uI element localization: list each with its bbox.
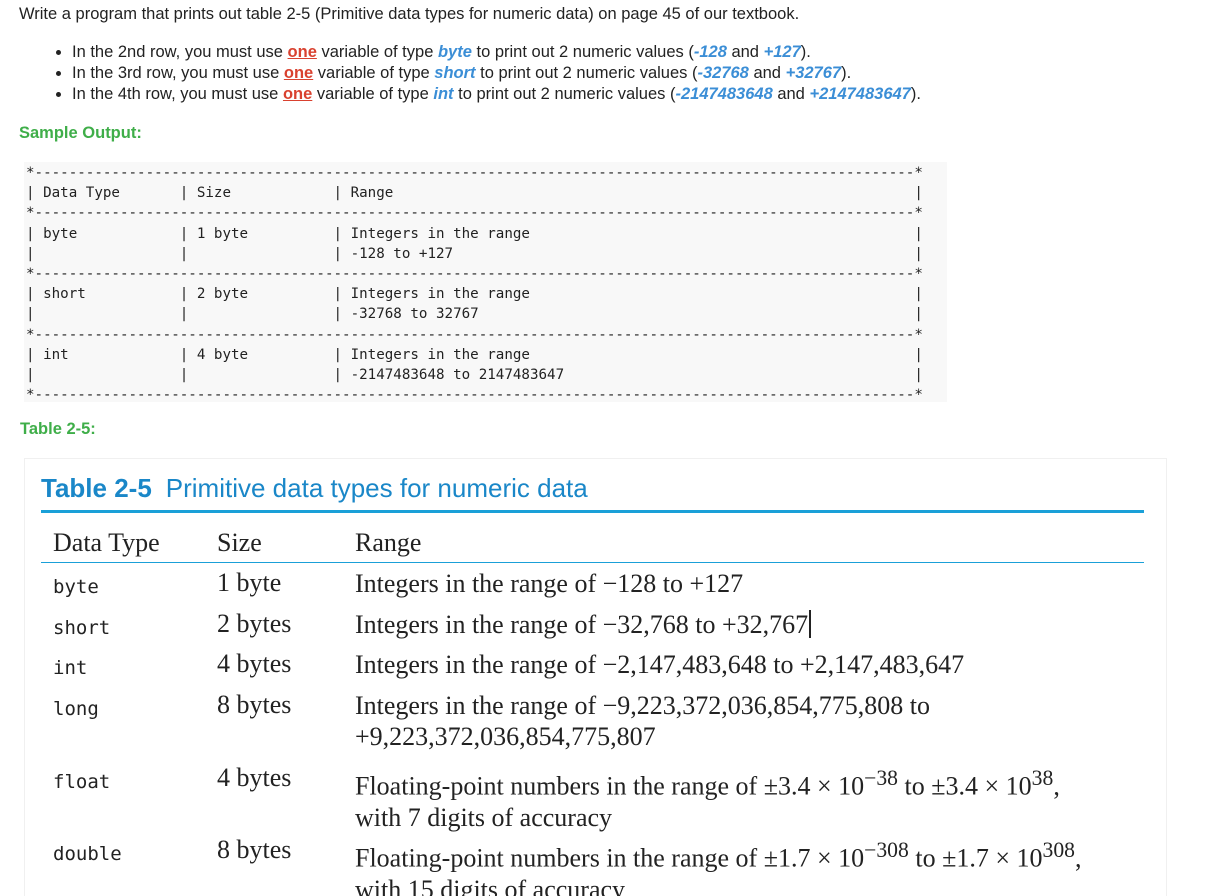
value: +2147483647 [809, 85, 911, 103]
value: -128 [693, 43, 727, 61]
row-type-byte: byte [53, 576, 99, 598]
text: ). [800, 43, 811, 61]
row-range: Floating-point numbers in the range of ±… [355, 835, 1081, 896]
table-caption: Primitive data types for numeric data [165, 473, 588, 503]
text-cursor [809, 610, 811, 638]
range-text: Floating-point numbers in the range of ±… [355, 843, 865, 873]
exponent: 308 [1042, 838, 1075, 862]
table-number: Table 2-5 [41, 473, 152, 503]
text: to print out 2 numeric values ( [453, 85, 676, 103]
text: variable of type [313, 64, 435, 82]
text: and [748, 64, 786, 82]
range-line: Integers in the range of −9,223,372,036,… [355, 691, 931, 720]
requirement-item: In the 2nd row, you must use one variabl… [72, 42, 921, 63]
emphasis-one: one [283, 64, 314, 82]
row-size: 8 bytes [217, 690, 292, 719]
range-line: +9,223,372,036,854,775,807 [355, 722, 656, 751]
row-range: Integers in the range of −9,223,372,036,… [355, 690, 930, 752]
text: In the 4th row, you must use [72, 85, 283, 103]
sample-output-box: *---------------------------------------… [24, 162, 947, 404]
range-text: , [1053, 771, 1060, 801]
row-range: Integers in the range of −128 to +127 [355, 569, 744, 598]
row-type-short: short [53, 617, 111, 639]
header-rule [41, 562, 1144, 563]
range-text: Integers in the range of −32,768 to +32,… [355, 610, 809, 639]
row-size: 1 byte [217, 568, 282, 597]
emphasis-one: one [282, 85, 313, 103]
range-text: Floating-point numbers in the range of ±… [355, 771, 865, 801]
textbook-table-title: Table 2-5 Primitive data types for numeri… [41, 473, 588, 504]
range-text: to ±1.7 × 10 [908, 843, 1043, 873]
table-label: Table 2-5: [20, 420, 96, 438]
range-text: to ±3.4 × 10 [898, 771, 1032, 801]
exponent: 38 [1031, 766, 1054, 790]
range-line: with 15 digits of accuracy [355, 874, 626, 896]
requirements-list: In the 2nd row, you must use one variabl… [52, 42, 921, 105]
text: and [726, 43, 764, 61]
textbook-table-image: Table 2-5 Primitive data types for numeri… [25, 459, 1166, 896]
value: +32767 [785, 64, 842, 82]
type-keyword: byte [437, 43, 472, 61]
header-range: Range [355, 528, 422, 557]
requirement-item: In the 3rd row, you must use one variabl… [72, 63, 921, 84]
range-line: Floating-point numbers in the range of ±… [355, 763, 1060, 802]
text: variable of type [312, 85, 434, 103]
row-size: 4 bytes [217, 763, 292, 792]
row-range: Integers in the range of −32,768 to +32,… [355, 609, 811, 640]
title-rule [41, 510, 1144, 513]
value: +127 [763, 43, 801, 61]
text: variable of type [316, 43, 438, 61]
row-range: Integers in the range of −2,147,483,648 … [355, 650, 965, 679]
text: ). [841, 64, 852, 82]
sample-output-label: Sample Output: [19, 124, 142, 142]
assignment-intro: Write a program that prints out table 2-… [19, 5, 800, 23]
row-size: 2 bytes [217, 609, 292, 638]
sample-output-text: *---------------------------------------… [26, 165, 923, 404]
text: ). [910, 85, 921, 103]
range-text: , [1074, 843, 1082, 873]
value: -32768 [697, 64, 749, 82]
row-size: 4 bytes [217, 649, 292, 678]
exponent: −308 [864, 838, 909, 862]
row-size: 8 bytes [217, 835, 292, 864]
requirement-item: In the 4th row, you must use one variabl… [72, 84, 921, 105]
type-keyword: short [434, 64, 476, 82]
text: to print out 2 numeric values ( [475, 64, 698, 82]
header-data-type: Data Type [53, 528, 160, 557]
header-size: Size [217, 528, 262, 557]
range-line: Floating-point numbers in the range of ±… [355, 835, 1081, 874]
type-keyword: int [433, 85, 454, 103]
row-type-long: long [53, 698, 99, 720]
text: In the 3rd row, you must use [72, 64, 284, 82]
text: In the 2nd row, you must use [72, 43, 288, 61]
value: -2147483648 [675, 85, 773, 103]
range-line: with 7 digits of accuracy [355, 802, 613, 832]
row-type-int: int [53, 657, 88, 679]
exponent: −38 [864, 766, 899, 790]
row-range: Floating-point numbers in the range of ±… [355, 763, 1060, 833]
row-type-double: double [53, 843, 122, 865]
emphasis-one: one [287, 43, 317, 61]
text: to print out 2 numeric values ( [471, 43, 694, 61]
row-type-float: float [53, 771, 111, 793]
text: and [772, 85, 810, 103]
